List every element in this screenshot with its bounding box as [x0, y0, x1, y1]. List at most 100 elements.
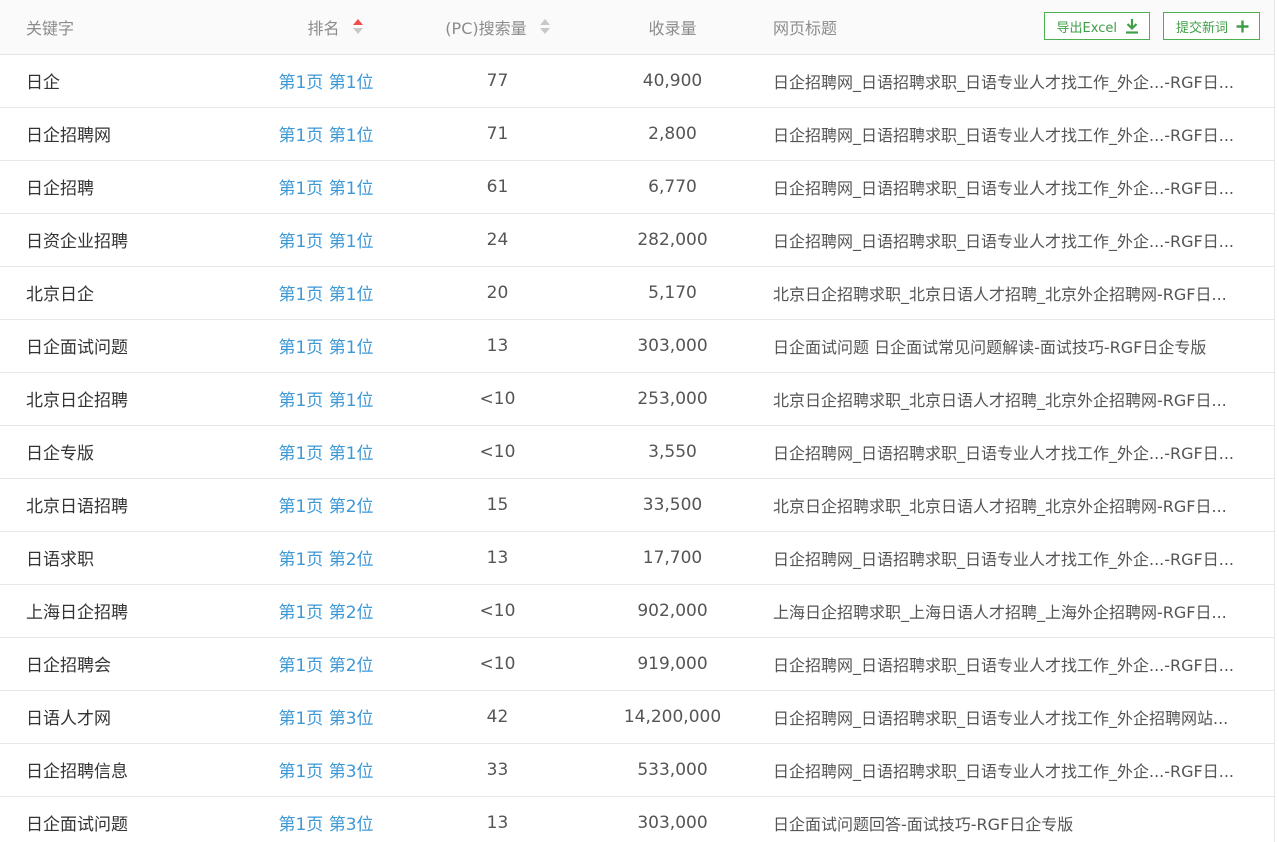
indexed-count-cell: 17,700	[585, 531, 760, 585]
page-title-cell: 日企招聘网_日语招聘求职_日语专业人才找工作_外企...-RGF日...	[760, 160, 1274, 214]
pc-search-volume-cell: <10	[410, 425, 585, 479]
table-row: 日企专版 第1页 第1位 <10 3,550 日企招聘网_日语招聘求职_日语专业人才找工…	[0, 425, 1274, 479]
pc-search-volume-cell: 61	[410, 160, 585, 214]
rank-link[interactable]: 第1页 第1位	[278, 391, 373, 411]
pc-search-volume-cell: 24	[410, 213, 585, 267]
rank-link[interactable]: 第1页 第1位	[278, 126, 373, 146]
keyword-cell: 日企面试问题	[0, 796, 230, 842]
page-title-cell: 北京日企招聘求职_北京日语人才招聘_北京外企招聘网-RGF日...	[760, 478, 1274, 532]
rank-link[interactable]: 第1页 第2位	[278, 603, 373, 623]
page-title-cell: 日企招聘网_日语招聘求职_日语专业人才找工作_外企...-RGF日...	[760, 54, 1274, 108]
indexed-count-cell: 14,200,000	[585, 690, 760, 744]
submit-new-keyword-label: 提交新词	[1175, 20, 1228, 36]
rank-link[interactable]: 第1页 第3位	[278, 709, 373, 729]
rank-cell: 第1页 第1位	[230, 319, 410, 373]
keyword-cell: 日企招聘会	[0, 637, 230, 691]
keyword-cell: 北京日企招聘	[0, 372, 230, 426]
rank-link[interactable]: 第1页 第1位	[278, 73, 373, 93]
rank-cell: 第1页 第1位	[230, 266, 410, 320]
indexed-count-cell: 303,000	[585, 796, 760, 842]
page-title-cell: 日企招聘网_日语招聘求职_日语专业人才找工作_外企...-RGF日...	[760, 107, 1274, 161]
rank-link[interactable]: 第1页 第1位	[278, 444, 373, 464]
page-title-cell: 上海日企招聘求职_上海日语人才招聘_上海外企招聘网-RGF日...	[760, 584, 1274, 638]
keyword-cell: 日企专版	[0, 425, 230, 479]
rank-link[interactable]: 第1页 第2位	[278, 497, 373, 517]
indexed-count-cell: 3,550	[585, 425, 760, 479]
indexed-count-cell: 919,000	[585, 637, 760, 691]
export-excel-label: 导出Excel	[1056, 20, 1117, 36]
table-row: 日资企业招聘 第1页 第1位 24 282,000 日企招聘网_日语招聘求职_日语专业人…	[0, 213, 1274, 267]
download-icon	[1125, 19, 1138, 34]
pc-search-volume-cell: 77	[410, 54, 585, 108]
keyword-cell: 上海日企招聘	[0, 584, 230, 638]
indexed-count-cell: 33,500	[585, 478, 760, 532]
table-row: 北京日企招聘 第1页 第1位 <10 253,000 北京日企招聘求职_北京日语人才招聘…	[0, 372, 1274, 426]
keyword-cell: 日语人才网	[0, 690, 230, 744]
rank-link[interactable]: 第1页 第3位	[278, 815, 373, 835]
keyword-cell: 日企面试问题	[0, 319, 230, 373]
rank-link[interactable]: 第1页 第1位	[278, 285, 373, 305]
rank-link[interactable]: 第1页 第1位	[278, 232, 373, 252]
table-row: 日企招聘会 第1页 第2位 <10 919,000 日企招聘网_日语招聘求职_日语专业人…	[0, 637, 1274, 691]
keyword-cell: 北京日企	[0, 266, 230, 320]
rank-cell: 第1页 第1位	[230, 54, 410, 108]
page-title-cell: 日企面试问题回答-面试技巧-RGF日企专版	[760, 796, 1274, 842]
column-header-rank-label: 排名	[307, 18, 340, 38]
rank-sort-icon[interactable]	[352, 18, 363, 36]
indexed-count-cell: 253,000	[585, 372, 760, 426]
column-header-keyword: 关键字	[0, 0, 230, 55]
page-title-cell: 日企招聘网_日语招聘求职_日语专业人才找工作_外企...-RGF日...	[760, 425, 1274, 479]
table-row: 日企招聘网 第1页 第1位 71 2,800 日企招聘网_日语招聘求职_日语专业人才找工…	[0, 107, 1274, 161]
indexed-count-cell: 303,000	[585, 319, 760, 373]
table-row: 日企招聘信息 第1页 第3位 33 533,000 日企招聘网_日语招聘求职_日语专业人…	[0, 743, 1274, 797]
sort-descending-icon	[352, 28, 363, 35]
page-title-cell: 日企招聘网_日语招聘求职_日语专业人才找工作_外企...-RGF日...	[760, 213, 1274, 267]
page-title-cell: 北京日企招聘求职_北京日语人才招聘_北京外企招聘网-RGF日...	[760, 266, 1274, 320]
column-header-pc-search-label: (PC)搜索量	[445, 18, 527, 38]
table-row: 日企面试问题 第1页 第1位 13 303,000 日企面试问题 日企面试常见问题解读-…	[0, 319, 1274, 373]
table-row: 上海日企招聘 第1页 第2位 <10 902,000 上海日企招聘求职_上海日语人才招聘…	[0, 584, 1274, 638]
rank-cell: 第1页 第2位	[230, 584, 410, 638]
column-header-pc-search[interactable]: (PC)搜索量	[410, 0, 585, 55]
indexed-count-cell: 40,900	[585, 54, 760, 108]
page-title-cell: 日企招聘网_日语招聘求职_日语专业人才找工作_外企招聘网站...	[760, 690, 1274, 744]
rank-cell: 第1页 第2位	[230, 478, 410, 532]
pc-search-volume-cell: <10	[410, 584, 585, 638]
submit-new-keyword-button[interactable]: 提交新词	[1162, 12, 1260, 40]
column-header-keyword-label: 关键字	[26, 18, 75, 38]
rank-link[interactable]: 第1页 第2位	[278, 550, 373, 570]
keyword-cell: 日企招聘	[0, 160, 230, 214]
rank-cell: 第1页 第3位	[230, 743, 410, 797]
pc-search-volume-cell: <10	[410, 637, 585, 691]
pc-search-volume-cell: 13	[410, 796, 585, 842]
table-row: 日企面试问题 第1页 第3位 13 303,000 日企面试问题回答-面试技巧-RGF日…	[0, 796, 1274, 842]
rank-link[interactable]: 第1页 第1位	[278, 338, 373, 358]
pc-search-volume-cell: <10	[410, 372, 585, 426]
rank-cell: 第1页 第1位	[230, 372, 410, 426]
column-header-indexed: 收录量	[585, 0, 760, 55]
rank-link[interactable]: 第1页 第3位	[278, 762, 373, 782]
rank-cell: 第1页 第1位	[230, 425, 410, 479]
rank-cell: 第1页 第2位	[230, 531, 410, 585]
rank-link[interactable]: 第1页 第1位	[278, 179, 373, 199]
pc-search-volume-cell: 33	[410, 743, 585, 797]
indexed-count-cell: 282,000	[585, 213, 760, 267]
keyword-cell: 日企招聘信息	[0, 743, 230, 797]
page-title-cell: 日企招聘网_日语招聘求职_日语专业人才找工作_外企...-RGF日...	[760, 637, 1274, 691]
table-body: 日企 第1页 第1位 77 40,900 日企招聘网_日语招聘求职_日语专业人才找工作_…	[0, 54, 1274, 842]
table-row: 北京日语招聘 第1页 第2位 15 33,500 北京日企招聘求职_北京日语人才招聘_北…	[0, 478, 1274, 532]
keyword-cell: 北京日语招聘	[0, 478, 230, 532]
column-header-rank[interactable]: 排名	[230, 0, 410, 55]
rank-link[interactable]: 第1页 第2位	[278, 656, 373, 676]
keyword-cell: 日企招聘网	[0, 107, 230, 161]
pc-search-volume-cell: 71	[410, 107, 585, 161]
pc-search-volume-cell: 13	[410, 531, 585, 585]
export-excel-button[interactable]: 导出Excel	[1043, 12, 1150, 40]
sort-descending-icon	[539, 28, 550, 35]
rank-cell: 第1页 第1位	[230, 160, 410, 214]
pc-search-volume-cell: 13	[410, 319, 585, 373]
page-title-cell: 日企面试问题 日企面试常见问题解读-面试技巧-RGF日企专版	[760, 319, 1274, 373]
rank-cell: 第1页 第3位	[230, 796, 410, 842]
pc-search-sort-icon[interactable]	[539, 18, 550, 36]
indexed-count-cell: 6,770	[585, 160, 760, 214]
